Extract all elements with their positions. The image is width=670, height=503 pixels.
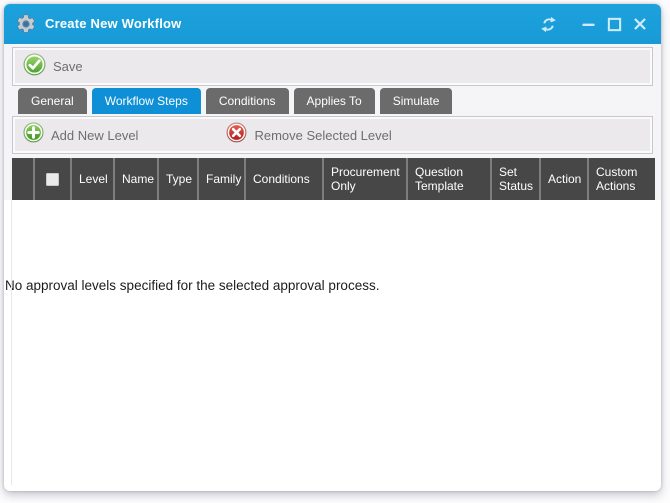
title-bar[interactable]: Create New Workflow [4,4,661,44]
column-header-question-template: Question Template [408,158,492,200]
empty-message: No approval levels specified for the sel… [5,278,379,293]
save-toolbar: Save [12,47,653,86]
column-header-family: Family [199,158,246,200]
level-toolbar: Add New Level Remove Selected Level [12,116,653,154]
save-label: Save [53,59,83,74]
row-indicator-header-cell [12,158,35,200]
add-new-level-button[interactable]: Add New Level [23,122,138,148]
window-controls [535,4,653,44]
tab-simulate[interactable]: Simulate [380,88,453,114]
add-new-level-label: Add New Level [51,128,138,143]
tab-conditions[interactable]: Conditions [206,88,289,114]
remove-x-icon [226,122,247,148]
select-all-header-cell [35,158,72,200]
minimize-button[interactable] [575,10,601,38]
content-left-border [11,200,12,485]
screen: Create New Workflow [0,0,670,503]
column-header-custom-actions: Custom Actions [589,158,655,200]
column-header-conditions: Conditions [246,158,324,200]
create-new-workflow-dialog: Create New Workflow [4,4,661,491]
maximize-button[interactable] [601,10,627,38]
close-button[interactable] [627,10,653,38]
gear-icon [15,13,37,35]
refresh-button[interactable] [535,10,561,38]
save-button[interactable]: Save [23,53,83,81]
column-header-set-status: Set Status [492,158,541,200]
column-header-level: Level [72,158,115,200]
tab-strip: GeneralWorkflow StepsConditionsApplies T… [18,88,452,114]
save-check-icon [23,53,46,81]
tab-workflow-steps[interactable]: Workflow Steps [92,88,201,114]
column-header-action: Action [541,158,589,200]
remove-selected-level-label: Remove Selected Level [254,128,391,143]
column-header-type: Type [159,158,199,200]
column-header-name: Name [115,158,159,200]
tab-applies-to[interactable]: Applies To [294,88,375,114]
column-header-procurement-only: Procurement Only [324,158,408,200]
window-title: Create New Workflow [45,4,181,44]
add-plus-icon [23,122,44,148]
select-all-checkbox[interactable] [46,173,59,186]
remove-selected-level-button[interactable]: Remove Selected Level [226,122,391,148]
grid-header: LevelNameTypeFamilyConditionsProcurement… [12,158,655,200]
tab-general[interactable]: General [18,88,87,114]
